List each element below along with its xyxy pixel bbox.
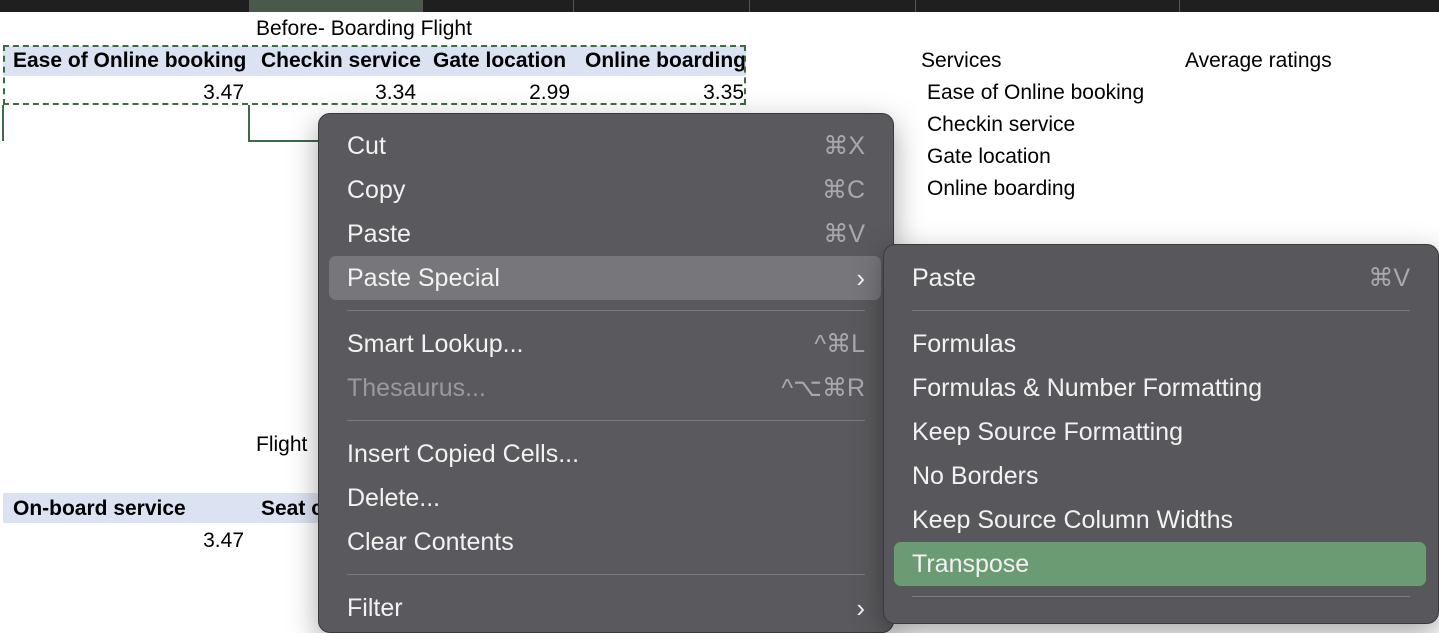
column-separator — [573, 0, 574, 12]
service-name-cell[interactable]: Gate location — [927, 141, 1051, 173]
menu-item-label: Clear Contents — [347, 528, 514, 556]
submenu-item-transpose[interactable]: Transpose — [894, 542, 1426, 586]
menu-item-copy[interactable]: Copy ⌘C — [347, 168, 865, 212]
menu-item-label: Copy — [347, 176, 406, 204]
selected-column-header[interactable] — [250, 0, 422, 12]
menu-item-label: Insert Copied Cells... — [347, 440, 580, 468]
service-name-cell[interactable]: Checkin service — [927, 109, 1075, 141]
column-separator — [915, 0, 916, 12]
menu-item-label: Paste — [347, 220, 411, 248]
menu-item-label: Delete... — [347, 484, 441, 512]
shortcut-label: ^⌥⌘R — [781, 374, 865, 402]
menu-item-label: Paste — [912, 264, 976, 292]
chevron-right-icon: › — [856, 593, 865, 623]
menu-item-paste-special[interactable]: Paste Special › — [329, 256, 881, 300]
context-menu: Cut ⌘X Copy ⌘C Paste ⌘V Paste Special › … — [318, 113, 894, 633]
menu-item-label: Keep Source Formatting — [912, 418, 1183, 446]
chevron-right-icon: › — [856, 263, 865, 293]
submenu-item-keep-source-column-widths[interactable]: Keep Source Column Widths — [912, 498, 1410, 542]
menu-item-label: Formulas & Number Formatting — [912, 374, 1263, 402]
menu-item-smart-lookup[interactable]: Smart Lookup... ^⌘L — [347, 322, 865, 366]
copy-marquee-selection — [3, 45, 746, 105]
menu-item-paste[interactable]: Paste ⌘V — [347, 212, 865, 256]
menu-item-label: Transpose — [912, 550, 1030, 578]
menu-item-delete[interactable]: Delete... — [347, 476, 865, 520]
paste-special-submenu: Paste ⌘V Formulas Formulas & Number Form… — [883, 244, 1439, 624]
average-ratings-header[interactable]: Average ratings — [1185, 45, 1332, 77]
menu-item-label: Formulas — [912, 330, 1017, 358]
column-separator — [1179, 0, 1180, 12]
submenu-item-formulas[interactable]: Formulas — [912, 322, 1410, 366]
submenu-item-keep-source-formatting[interactable]: Keep Source Formatting — [912, 410, 1410, 454]
service-name-cell[interactable]: Online boarding — [927, 173, 1075, 205]
menu-item-label: Paste Special — [347, 264, 500, 292]
selection-border — [248, 140, 320, 142]
shortcut-label: ⌘X — [823, 132, 865, 160]
menu-separator — [912, 310, 1410, 311]
header-cell[interactable]: Seat c — [261, 493, 323, 525]
menu-item-insert-copied-cells[interactable]: Insert Copied Cells... — [347, 432, 865, 476]
menu-item-thesaurus[interactable]: Thesaurus... ^⌥⌘R — [347, 366, 865, 410]
menu-separator — [347, 574, 865, 575]
menu-item-clear-contents[interactable]: Clear Contents — [347, 520, 865, 564]
submenu-item-paste[interactable]: Paste ⌘V — [912, 256, 1410, 300]
menu-item-label: Filter — [347, 594, 403, 622]
column-separator — [749, 0, 750, 12]
menu-item-cut[interactable]: Cut ⌘X — [347, 124, 865, 168]
shortcut-label: ⌘V — [1368, 264, 1410, 292]
shortcut-label: ⌘V — [823, 220, 865, 248]
shortcut-label: ^⌘L — [814, 330, 865, 358]
menu-item-label: Smart Lookup... — [347, 330, 524, 358]
selection-border — [248, 105, 250, 142]
submenu-item-formulas-number-formatting[interactable]: Formulas & Number Formatting — [912, 366, 1410, 410]
menu-separator — [347, 420, 865, 421]
submenu-item-no-borders[interactable]: No Borders — [912, 454, 1410, 498]
menu-item-label: Cut — [347, 132, 386, 160]
service-name-cell[interactable]: Ease of Online booking — [927, 77, 1144, 109]
menu-item-label: Keep Source Column Widths — [912, 506, 1233, 534]
column-header-bar — [0, 0, 1439, 12]
section-title-before-boarding[interactable]: Before- Boarding Flight — [256, 13, 472, 45]
services-header[interactable]: Services — [921, 45, 1002, 77]
menu-separator — [347, 310, 865, 311]
menu-item-label: No Borders — [912, 462, 1039, 490]
column-separator — [422, 0, 423, 12]
shortcut-label: ⌘C — [821, 176, 865, 204]
column-separator — [249, 0, 250, 12]
section-title-flight[interactable]: Flight — [256, 429, 307, 461]
header-cell[interactable]: On-board service — [13, 493, 186, 525]
menu-separator — [912, 596, 1410, 597]
selection-border — [2, 105, 4, 141]
menu-item-label: Thesaurus... — [347, 374, 486, 402]
menu-item-filter[interactable]: Filter › — [347, 586, 865, 630]
value-cell[interactable]: 3.47 — [100, 525, 244, 557]
